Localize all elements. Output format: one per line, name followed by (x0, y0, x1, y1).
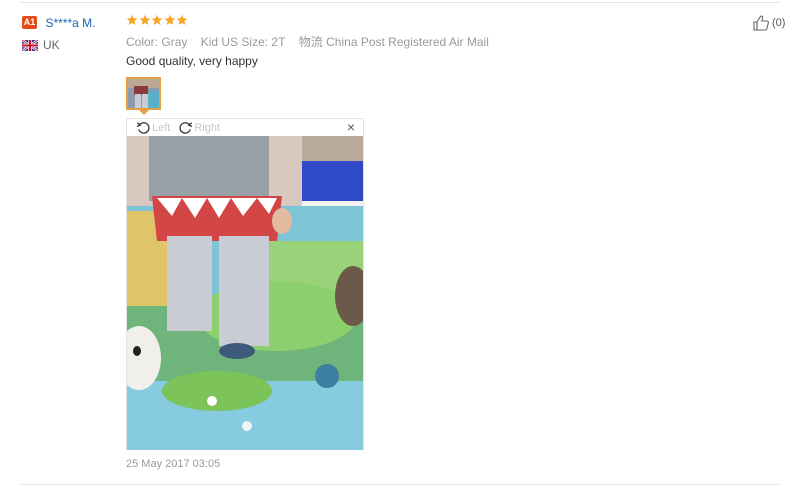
color-label: Color: (126, 35, 159, 49)
reviewer-country: UK (22, 38, 60, 52)
reviewer-info: A1 S****a M. (22, 14, 95, 32)
rotate-right-label: Right (194, 121, 221, 134)
user-level-badge: A1 (22, 16, 37, 30)
star-icon (176, 14, 188, 25)
helpful-button[interactable]: (0) (752, 14, 785, 32)
uk-flag-icon (22, 39, 38, 51)
photo-viewer-toolbar: Left Right × (127, 119, 363, 136)
star-icon (139, 14, 150, 25)
star-icon (164, 14, 175, 25)
thumbnail-image (128, 79, 159, 108)
shipping-value: China Post Registered Air Mail (326, 35, 489, 49)
star-icon (126, 14, 138, 25)
order-details: Color: Gray Kid US Size: 2T 物流 China Pos… (126, 33, 489, 50)
review-photo-image (127, 136, 363, 450)
rotate-right-icon (179, 122, 193, 134)
reviewer-name[interactable]: S****a M. (45, 16, 95, 30)
top-divider (20, 2, 780, 3)
review-text: Good quality, very happy (126, 54, 258, 68)
country-label: UK (43, 38, 60, 52)
review-photo-thumbnail[interactable] (126, 77, 161, 110)
thumbs-up-icon (753, 15, 769, 31)
review-date: 25 May 2017 03:05 (126, 458, 221, 470)
photo-viewer: Left Right × (126, 118, 364, 450)
thumbnail-pointer (139, 110, 149, 115)
star-icon (151, 14, 163, 25)
close-icon[interactable]: × (347, 120, 355, 135)
review-photo (127, 136, 363, 450)
bottom-divider (20, 484, 780, 485)
rotate-right-button[interactable]: Right (178, 120, 220, 135)
helpful-count: (0) (772, 17, 786, 29)
star-rating (126, 14, 189, 26)
shipping-label: 物流 (298, 35, 323, 49)
rotate-left-icon (136, 122, 150, 134)
rotate-left-button[interactable]: Left (136, 120, 170, 135)
rotate-left-label: Left (152, 121, 171, 134)
size-value: 2T (271, 35, 286, 49)
color-value: Gray (161, 35, 188, 49)
size-label: Kid US Size: (200, 35, 269, 49)
